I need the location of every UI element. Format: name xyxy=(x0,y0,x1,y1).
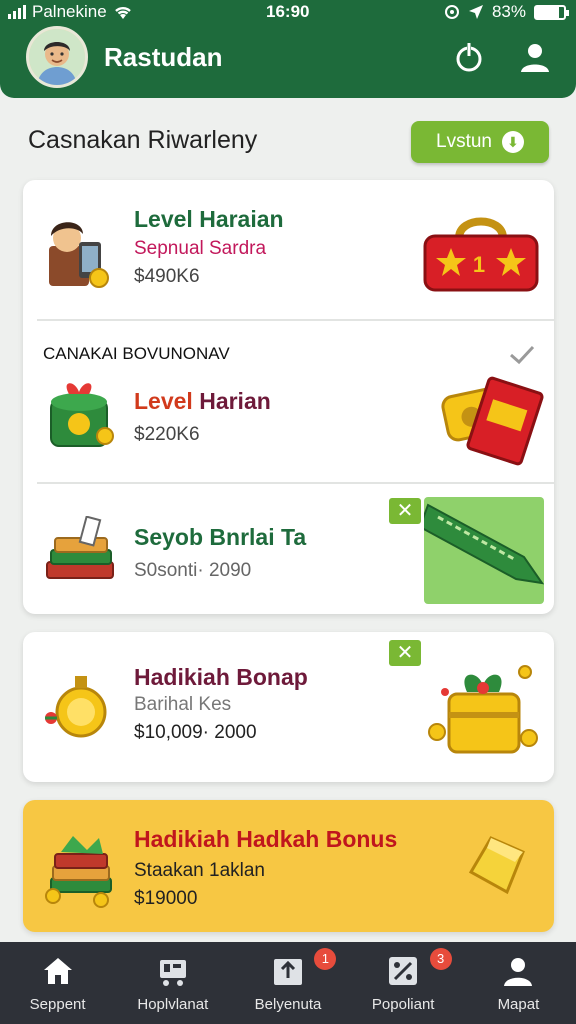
row-title: Hadikiah Bonap xyxy=(134,664,308,690)
star-badge-icon[interactable]: 1 xyxy=(421,214,541,294)
battery-percent: 83% xyxy=(491,2,526,21)
notification-badge: 1 xyxy=(314,948,337,970)
app-title: Rastudan xyxy=(104,42,223,72)
row-value: $19000 xyxy=(134,888,198,909)
carrier-name: Palnekine xyxy=(32,2,107,21)
svg-text:1: 1 xyxy=(473,252,485,277)
download-icon: ⬇ xyxy=(501,131,524,153)
bonus-card: Hadikiah Bonap Barihal Kes $10,009· 2000… xyxy=(23,632,554,782)
row-title-text: Level Harian xyxy=(134,388,271,414)
status-bar: Palnekine 16:90 83% xyxy=(0,0,576,24)
section-title: Casnakan Riwarleny xyxy=(28,126,258,154)
row-value: S0sonti· 2090 xyxy=(134,560,252,581)
gold-bar-icon xyxy=(468,836,525,895)
cart-icon xyxy=(159,960,186,986)
nav-label: Hoplvlanat xyxy=(137,996,209,1013)
close-icon[interactable]: ✕ xyxy=(389,498,421,524)
divider xyxy=(37,319,554,321)
cash-stack-icon xyxy=(45,836,112,908)
nav-item-promos[interactable]: 3 Popoliant xyxy=(346,942,461,1024)
row-subtitle: Barihal Kes xyxy=(134,694,232,715)
nav-item-inbox[interactable]: 1 Belyenuta xyxy=(230,942,345,1024)
notification-badge: 3 xyxy=(429,948,452,970)
avatar-image xyxy=(29,29,85,85)
nav-label: Belyenuta xyxy=(254,996,322,1013)
status-time: 16:90 xyxy=(266,2,310,21)
status-right: 83% xyxy=(444,2,569,22)
battery-icon xyxy=(534,4,569,20)
ribbon-banner[interactable] xyxy=(424,497,544,604)
row-value: $490K6 xyxy=(134,266,200,287)
ribbon-icon xyxy=(424,503,544,585)
bottom-nav: Seppent Hoplvlanat 1 Belyenuta 3 Popolia… xyxy=(0,942,576,1024)
featured-bonus-card[interactable]: Hadikiah Hadkah Bonus Staakan 1aklan $19… xyxy=(23,800,554,932)
row-value: $220K6 xyxy=(134,424,200,445)
download-button[interactable]: Lvstun ⬇ xyxy=(411,121,549,163)
check-icon[interactable] xyxy=(507,344,537,366)
nav-label: Popoliant xyxy=(371,996,435,1013)
discount-icon xyxy=(389,957,418,985)
gift-box-icon xyxy=(50,383,114,447)
divider xyxy=(37,482,554,484)
row-subtitle: Staakan 1aklan xyxy=(134,860,265,881)
alarm-icon xyxy=(444,5,459,19)
nav-label: Seppent xyxy=(29,996,86,1013)
rewards-card: Level Haraian Sepnual Sardra $490K6 1 CA… xyxy=(23,180,554,614)
download-button-label: Lvstun xyxy=(436,131,492,152)
row-title: Level Harian xyxy=(134,388,271,415)
nav-item-home[interactable]: Seppent xyxy=(0,942,115,1024)
nav-item-stats[interactable]: Hoplvlanat xyxy=(115,942,230,1024)
carrier-group: Palnekine xyxy=(8,2,133,22)
row-title: Hadikiah Hadkah Bonus xyxy=(134,826,398,852)
person-phone-icon xyxy=(49,222,109,288)
user-icon xyxy=(504,958,533,986)
treasure-icon[interactable] xyxy=(427,656,543,766)
wifi-icon xyxy=(114,6,131,19)
row-heading: CANAKAI BOVUNONAV xyxy=(43,344,230,363)
tickets-icon[interactable] xyxy=(441,370,545,474)
profile-icon[interactable] xyxy=(518,40,552,74)
location-icon xyxy=(468,5,483,19)
home-icon xyxy=(43,958,72,984)
row-subtitle: Sepnual Sardra xyxy=(134,238,267,259)
row-title: Seyob Bnrlai Ta xyxy=(134,524,307,550)
close-icon[interactable]: ✕ xyxy=(389,640,421,666)
books-icon xyxy=(46,516,114,579)
inbox-icon xyxy=(274,959,302,985)
row-title: Level Haraian xyxy=(134,206,284,232)
power-icon[interactable] xyxy=(452,40,486,74)
signal-icon xyxy=(8,5,26,19)
nav-item-profile[interactable]: Mapat xyxy=(461,942,576,1024)
nav-label: Mapat xyxy=(497,996,540,1013)
avatar[interactable] xyxy=(26,26,88,88)
app-header: Palnekine 16:90 83% Rastudan xyxy=(0,0,576,98)
row-value: $10,009· 2000 xyxy=(134,722,257,743)
trophy-icon xyxy=(45,676,107,738)
